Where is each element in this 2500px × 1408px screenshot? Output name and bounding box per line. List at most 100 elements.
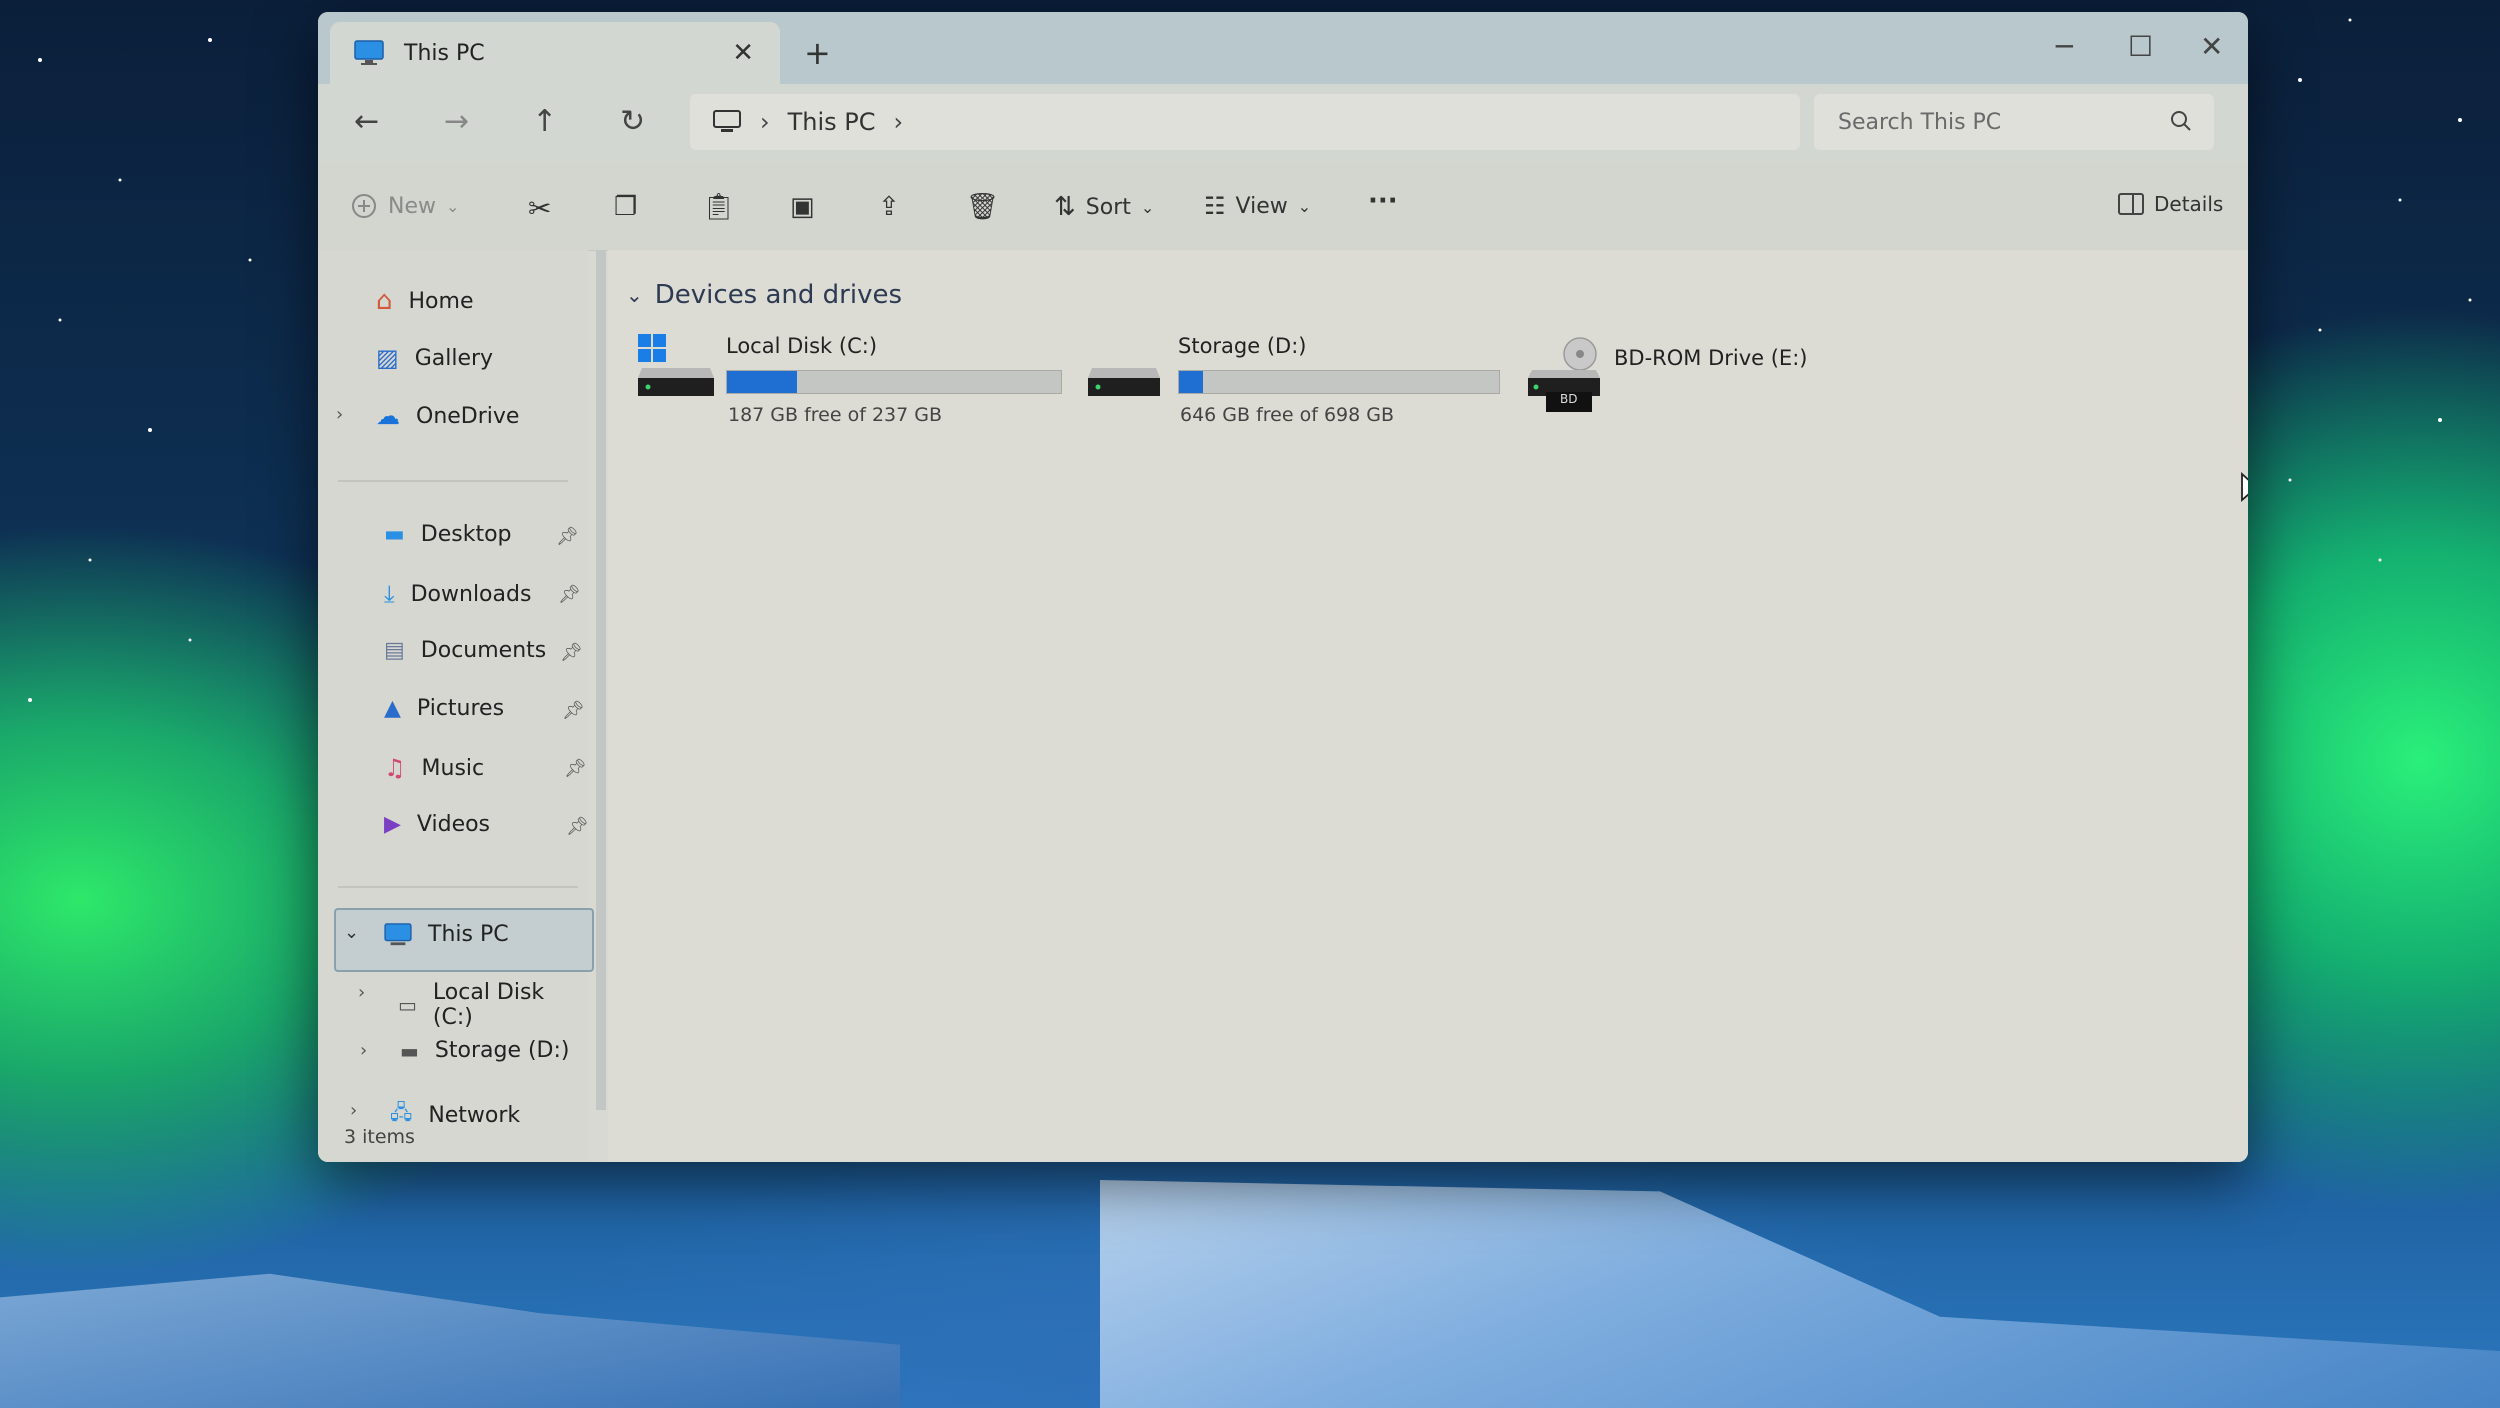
new-button[interactable]: New ⌄ bbox=[350, 192, 459, 220]
details-pane-button[interactable]: Details bbox=[2118, 192, 2223, 216]
drive-usage-bar bbox=[1178, 370, 1500, 394]
more-options-icon[interactable]: ··· bbox=[1368, 186, 1398, 216]
iceberg-right bbox=[1100, 1180, 2500, 1408]
copy-icon[interactable]: ❐ bbox=[614, 192, 637, 222]
sidebar-item-local-disk-c[interactable]: ▭ Local Disk (C:) bbox=[398, 980, 588, 1030]
details-label: Details bbox=[2154, 192, 2224, 216]
group-title: Devices and drives bbox=[654, 280, 903, 310]
paste-icon[interactable]: 📋︎ bbox=[702, 192, 735, 222]
pin-icon[interactable]: 📌︎ bbox=[560, 642, 583, 663]
sidebar-item-label: Pictures bbox=[416, 696, 505, 721]
sidebar-item-desktop[interactable]: ▬ Desktop bbox=[384, 522, 512, 547]
monitor-icon bbox=[354, 40, 384, 65]
bd-badge: BD bbox=[1560, 392, 1578, 406]
tab-this-pc[interactable]: This PC ✕ bbox=[330, 22, 780, 84]
pin-icon[interactable]: 📌︎ bbox=[556, 526, 579, 547]
chevron-down-icon: ⌄ bbox=[446, 196, 460, 216]
sidebar-item-gallery[interactable]: ▨ Gallery bbox=[376, 344, 493, 372]
address-bar[interactable]: › This PC › bbox=[690, 94, 1800, 150]
sidebar-item-label: Local Disk (C:) bbox=[432, 980, 545, 1030]
tab-close-icon[interactable]: ✕ bbox=[732, 38, 754, 68]
sidebar-item-label: Desktop bbox=[420, 522, 512, 547]
navigation-pane: ⌂ Home ▨ Gallery › ☁ OneDrive ▬ Desktop … bbox=[318, 250, 594, 1162]
drive-usage-bar bbox=[726, 370, 1062, 394]
sidebar-item-label: Videos bbox=[416, 812, 491, 837]
gallery-icon: ▨ bbox=[376, 344, 399, 372]
monitor-icon bbox=[384, 922, 412, 945]
pin-icon[interactable]: 📌︎ bbox=[558, 584, 581, 605]
sort-label: Sort bbox=[1085, 194, 1131, 220]
breadcrumb-chevron-icon[interactable]: › bbox=[894, 108, 904, 136]
up-arrow-icon[interactable]: ↑ bbox=[532, 104, 557, 139]
forward-arrow-icon[interactable]: → bbox=[444, 104, 469, 139]
title-bar: This PC ✕ + ─ ☐ ✕ bbox=[318, 12, 2248, 84]
sidebar-item-label: Gallery bbox=[414, 345, 494, 371]
drive-icon: ▭ bbox=[398, 993, 417, 1017]
close-window-button[interactable]: ✕ bbox=[2200, 30, 2223, 63]
monitor-outline-icon bbox=[713, 110, 741, 132]
drive-free-space: 646 GB free of 698 GB bbox=[1180, 404, 1395, 426]
sidebar-item-label: Home bbox=[408, 288, 474, 314]
cloud-icon: ☁ bbox=[376, 402, 400, 430]
content-area: ⌄ Devices and drives Local Disk (C:) 187… bbox=[608, 250, 2248, 1162]
rename-icon[interactable]: ▣ bbox=[790, 192, 815, 222]
sidebar-item-music[interactable]: ♫ Music bbox=[384, 754, 484, 782]
refresh-icon[interactable]: ↻ bbox=[620, 104, 645, 139]
pictures-icon: ▲ bbox=[384, 696, 401, 721]
download-icon: ⤓ bbox=[384, 580, 395, 608]
sidebar-divider bbox=[338, 480, 568, 482]
drive-usage-fill bbox=[1179, 371, 1203, 393]
status-item-count: 3 items bbox=[344, 1126, 415, 1148]
search-box[interactable]: Search This PC bbox=[1814, 94, 2214, 150]
file-explorer-window: This PC ✕ + ─ ☐ ✕ ← → ↑ ↻ › This PC › Se… bbox=[318, 12, 2248, 1162]
sidebar-item-pictures[interactable]: ▲ Pictures bbox=[384, 696, 504, 721]
expand-chevron-icon[interactable]: › bbox=[350, 1100, 357, 1121]
collapse-chevron-icon[interactable]: ⌄ bbox=[344, 922, 359, 943]
sort-icon: ⇅ bbox=[1054, 192, 1076, 222]
search-placeholder: Search This PC bbox=[1838, 109, 2002, 135]
share-icon[interactable]: ⇪ bbox=[878, 192, 900, 222]
drive-name: Storage (D:) bbox=[1178, 334, 1307, 358]
pin-icon[interactable]: 📌︎ bbox=[564, 758, 587, 779]
sidebar-item-label: Network bbox=[428, 1102, 521, 1128]
drive-name: Local Disk (C:) bbox=[726, 334, 878, 358]
group-header-devices[interactable]: ⌄ Devices and drives bbox=[626, 280, 902, 310]
sidebar-item-onedrive[interactable]: ☁ OneDrive bbox=[376, 402, 519, 430]
minimize-button[interactable]: ─ bbox=[2056, 30, 2073, 63]
windows-drive-icon bbox=[638, 334, 714, 396]
sidebar-item-downloads[interactable]: ⤓ Downloads bbox=[384, 580, 531, 608]
breadcrumb-this-pc[interactable]: This PC bbox=[788, 108, 876, 136]
drive-name: BD-ROM Drive (E:) bbox=[1614, 346, 1808, 370]
iceberg-left bbox=[0, 1273, 900, 1408]
hard-drive-icon bbox=[1088, 368, 1160, 396]
sidebar-item-label: Downloads bbox=[410, 581, 532, 607]
chevron-down-icon: ⌄ bbox=[626, 283, 643, 307]
pin-icon[interactable]: 📌︎ bbox=[566, 816, 589, 837]
music-icon: ♫ bbox=[384, 754, 406, 782]
back-arrow-icon[interactable]: ← bbox=[354, 104, 379, 139]
chevron-down-icon: ⌄ bbox=[1297, 196, 1312, 216]
sidebar-item-label: Storage (D:) bbox=[434, 1038, 570, 1063]
cut-icon[interactable]: ✂ bbox=[528, 192, 551, 225]
sidebar-item-label: OneDrive bbox=[416, 403, 520, 429]
videos-icon: ▶ bbox=[384, 812, 401, 837]
sidebar-item-videos[interactable]: ▶ Videos bbox=[384, 812, 490, 837]
expand-chevron-icon[interactable]: › bbox=[336, 404, 343, 425]
view-button[interactable]: ☷ View ⌄ bbox=[1204, 192, 1311, 220]
pane-splitter[interactable] bbox=[596, 250, 606, 1110]
delete-icon[interactable]: 🗑︎ bbox=[966, 192, 999, 222]
sidebar-item-home[interactable]: ⌂ Home bbox=[376, 286, 473, 316]
desktop-icon: ▬ bbox=[384, 522, 405, 547]
new-tab-button[interactable]: + bbox=[804, 34, 831, 72]
drive-usage-fill bbox=[727, 371, 798, 393]
expand-chevron-icon[interactable]: › bbox=[358, 982, 365, 1003]
expand-chevron-icon[interactable]: › bbox=[360, 1040, 367, 1061]
sidebar-item-documents[interactable]: ▤ Documents bbox=[384, 638, 546, 663]
details-pane-icon bbox=[2118, 193, 2144, 215]
sort-button[interactable]: ⇅ Sort ⌄ bbox=[1054, 192, 1154, 222]
drive-icon: ▬ bbox=[400, 1038, 419, 1063]
command-bar: New ⌄ ✂ ❐ 📋︎ ▣ ⇪ 🗑︎ ⇅ Sort ⌄ ☷ View ⌄ ··… bbox=[318, 162, 2248, 251]
maximize-button[interactable]: ☐ bbox=[2128, 30, 2153, 63]
sidebar-item-storage-d[interactable]: ▬ Storage (D:) bbox=[400, 1038, 570, 1063]
pin-icon[interactable]: 📌︎ bbox=[562, 700, 585, 721]
